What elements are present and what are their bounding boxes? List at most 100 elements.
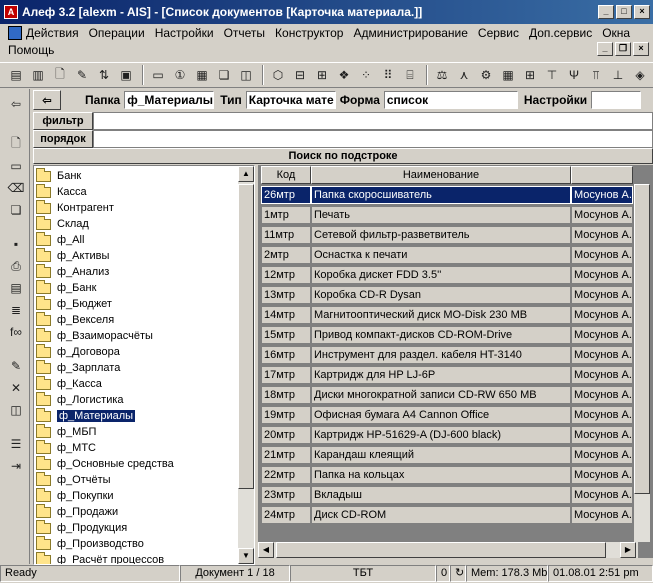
table-row[interactable]: 20мтр Картридж HP-51629-A (DJ-600 black) М… [261,426,633,444]
table-row[interactable]: 23мтр Вкладыш Мосунов А. [261,486,633,504]
xml-export-icon[interactable]: ▥ [28,65,48,85]
column-header-author[interactable] [571,166,633,184]
tree-item[interactable]: ф_Продажи [36,503,118,520]
table-row[interactable]: 13мтр Коробка CD-R Dysan Мосунов А. [261,286,633,304]
menu-windows[interactable]: Окна [602,26,630,40]
tree-item[interactable]: ф_Договора [36,343,120,360]
title-bar[interactable]: А Алеф 3.2 [alexm - AIS] - [Список докум… [0,0,653,24]
tree-item[interactable]: ф_Активы [36,247,109,264]
table-row[interactable]: 12мтр Коробка дискет FDD 3.5'' Мосунов А. [261,266,633,284]
document-window-icon[interactable] [8,25,22,40]
folder-icon[interactable]: ▭ [148,65,168,85]
column-header-code[interactable]: Код [261,166,311,184]
child-minimize-button[interactable]: _ [597,42,613,56]
table-row[interactable]: 17мтр Картридж для HP LJ-6P Мосунов А. [261,366,633,384]
box-icon[interactable]: ⬡ [268,65,288,85]
structure-icon[interactable]: ⫪ [586,65,606,85]
branch-icon[interactable]: Ψ [564,65,584,85]
filter-label[interactable]: фильтр [33,112,93,130]
formula-icon[interactable]: f∞ [6,322,26,342]
edit-doc-icon[interactable]: ✎ [6,356,26,376]
order-label[interactable]: порядок [33,130,93,148]
report-icon[interactable]: ▤ [6,278,26,298]
table-row[interactable]: 2мтр Оснастка к печати Мосунов А. [261,246,633,264]
menu-reports[interactable]: Отчеты [224,26,265,40]
close-button[interactable]: × [634,5,650,19]
table-horizontal-scrollbar[interactable]: ◀ ▶ [258,542,638,558]
child-restore-button[interactable]: ❐ [615,42,631,56]
scroll-thumb[interactable] [276,542,606,558]
transfer-icon[interactable]: ⇅ [94,65,114,85]
table-row[interactable]: 21мтр Карандаш клеящий Мосунов А. [261,446,633,464]
card-icon[interactable]: ⊟ [290,65,310,85]
tree-item[interactable]: ф_Анализ [36,263,109,280]
eraser-icon[interactable]: ⌫ [6,178,26,198]
stack-icon[interactable]: ◫ [236,65,256,85]
menu-actions[interactable]: Действия [26,26,79,40]
menu-extra-service[interactable]: Доп.сервис [529,26,592,40]
scales-icon[interactable]: ⚖ [432,65,452,85]
table-row[interactable]: 26мтр Папка скоросшиватель Мосунов А. [261,186,633,204]
table-icon[interactable]: ⊞ [312,65,332,85]
column-header-name[interactable]: Наименование [311,166,571,184]
refresh-icon[interactable]: ↻ [450,565,466,582]
tree-item[interactable]: Банк [36,167,81,184]
form-field[interactable]: список [383,91,518,109]
scroll-thumb[interactable] [238,184,254,489]
tree-item[interactable]: ф_Материалы [36,407,136,424]
tree-item[interactable]: Склад [36,215,89,232]
scroll-up-button[interactable]: ▲ [238,166,254,182]
scroll-down-button[interactable]: ▼ [238,548,254,564]
back-arrow-icon[interactable]: ⇦ [6,94,26,114]
save-icon[interactable]: ▪ [6,234,26,254]
xml-import-icon[interactable]: ▤ [6,65,26,85]
table-row[interactable]: 22мтр Папка на кольцах Мосунов А. [261,466,633,484]
tree-item[interactable]: ф_Касса [36,375,102,392]
tree-item[interactable]: Касса [36,183,87,200]
tree-item[interactable]: ф_Банк [36,279,96,296]
table-row[interactable]: 14мтр Магнитооптический диск MO-Disk 230 … [261,306,633,324]
maximize-button[interactable]: □ [616,5,632,19]
tree-item[interactable]: ф_Взаиморасчёты [36,327,153,344]
new-document-icon[interactable]: 🗋 [50,65,70,85]
hierarchy-icon[interactable]: ⊤ [542,65,562,85]
tree-icon[interactable]: ⋏ [454,65,474,85]
filter-input[interactable] [93,112,653,130]
picture-icon[interactable]: ▣ [116,65,136,85]
open-folder-icon[interactable]: ▭ [6,156,26,176]
child-close-button[interactable]: × [633,42,649,56]
tree-item[interactable]: Контрагент [36,199,114,216]
minimize-button[interactable]: _ [598,5,614,19]
grid-dots-icon[interactable]: ⁘ [356,65,376,85]
new-page-icon[interactable]: 🗋 [6,134,26,154]
type-field[interactable]: Карточка мате [245,91,336,109]
tree-item[interactable]: ф_Бюджет [36,295,112,312]
apps-icon[interactable]: ⠿ [378,65,398,85]
gear-icon[interactable]: ⚙ [476,65,496,85]
tree-item[interactable]: ф_Отчёты [36,471,111,488]
book-icon[interactable]: ❖ [334,65,354,85]
order-input[interactable] [93,130,653,148]
tree-item[interactable]: ф_Покупки [36,487,114,504]
duplicate-icon[interactable]: ❏ [6,200,26,220]
table-row[interactable]: 18мтр Диски многократной записи CD-RW 650… [261,386,633,404]
print-icon[interactable]: ⎙ [6,256,26,276]
org-chart-icon[interactable]: ⊥ [608,65,628,85]
table-row[interactable]: 1мтр Печать Мосунов А. [261,206,633,224]
copy-icon[interactable]: ❏ [214,65,234,85]
tree-item[interactable]: ф_Основные средства [36,455,174,472]
notes-icon[interactable]: ▦ [192,65,212,85]
folder-field[interactable]: ф_Материалы [124,91,215,109]
table-row[interactable]: 16мтр Инструмент для раздел. кабеля HT-31… [261,346,633,364]
columns-icon[interactable]: ◫ [6,400,26,420]
tree-vertical-scrollbar[interactable]: ▲ ▼ [238,166,254,564]
table-row[interactable]: 11мтр Сетевой фильтр-разветвитель Мосунов … [261,226,633,244]
table-row[interactable]: 24мтр Диск CD-ROM Мосунов А. [261,506,633,524]
tree-item[interactable]: ф_Зарплата [36,359,120,376]
tree-item[interactable]: ф_Продукция [36,519,127,536]
substring-search-header[interactable]: Поиск по подстроке [33,148,653,164]
matrix-icon[interactable]: ⊞ [520,65,540,85]
scroll-left-button[interactable]: ◀ [258,542,274,558]
tree-item[interactable]: ф_All [36,231,84,248]
list-icon[interactable]: ≣ [6,300,26,320]
